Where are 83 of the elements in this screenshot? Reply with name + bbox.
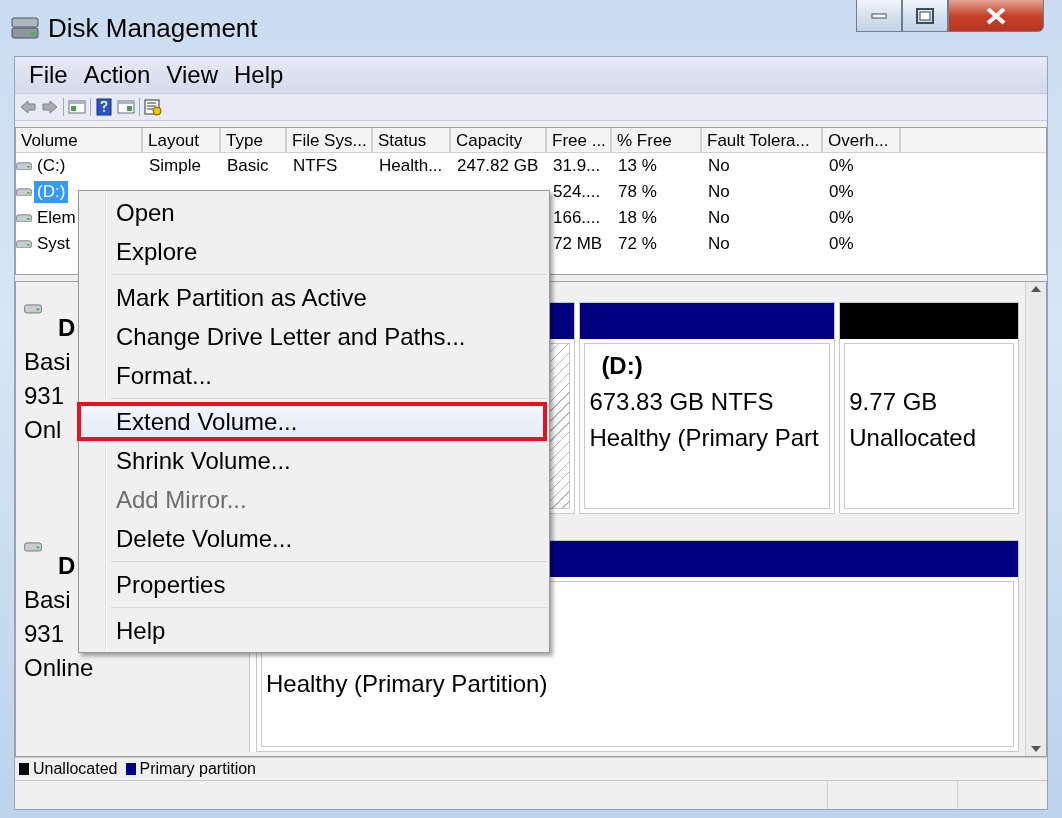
disk-info: Onl — [24, 415, 62, 444]
table-cell-text: 78 % — [617, 182, 658, 202]
disk-drive-icon — [16, 161, 32, 171]
column-header[interactable]: Fault Tolera... — [702, 128, 823, 153]
drive-label[interactable]: Elem — [34, 207, 79, 229]
legend-label: Primary partition — [139, 760, 256, 778]
column-header[interactable]: Overh... — [823, 128, 901, 153]
table-cell-text: 0% — [828, 234, 855, 254]
table-cell-text: NTFS — [292, 156, 339, 176]
table-cell-text: No — [707, 156, 731, 176]
minimize-icon — [871, 12, 887, 19]
partition-name: (D:) — [600, 352, 644, 380]
menu-option[interactable]: Explore — [77, 232, 547, 271]
menu-option[interactable]: Mark Partition as Active — [77, 278, 547, 317]
column-header[interactable]: Type — [221, 128, 287, 153]
legend-label: Unallocated — [33, 760, 118, 778]
properties-icon[interactable] — [144, 98, 162, 116]
menu-item[interactable]: File — [21, 61, 76, 89]
minimize-button[interactable] — [856, 0, 902, 32]
disk-drive-icon — [16, 213, 32, 223]
disk-name: D — [58, 313, 76, 342]
back-arrow-icon[interactable] — [19, 98, 37, 116]
menu-option[interactable]: Open — [77, 193, 547, 232]
column-header[interactable]: Free ... — [547, 128, 612, 153]
table-cell-text: 72 % — [617, 234, 658, 254]
disk-info: 931 — [24, 381, 65, 410]
table-cell-text: No — [707, 182, 731, 202]
panel-icon[interactable] — [68, 98, 86, 116]
drive-label[interactable]: (C:) — [34, 155, 69, 177]
column-header[interactable]: % Free — [612, 128, 702, 153]
partition-info: Healthy (Primary Partition) — [266, 670, 549, 698]
help-icon[interactable] — [95, 98, 113, 116]
table-cell-text: 0% — [828, 156, 855, 176]
partition-block[interactable]: 9.77 GB Unallocated — [839, 302, 1019, 514]
column-header[interactable]: Status — [373, 128, 451, 153]
disk-info: Basi — [24, 347, 71, 376]
partition-info: Unallocated — [849, 424, 977, 452]
disk-name: D — [58, 551, 76, 580]
disk-info: 931 — [24, 619, 65, 648]
vertical-scrollbar[interactable] — [1025, 282, 1046, 756]
table-cell-text: Basic — [226, 156, 270, 176]
menu-item[interactable]: Help — [225, 61, 292, 89]
column-header[interactable]: Volume — [16, 128, 143, 153]
table-cell-text: Health... — [378, 156, 444, 176]
table-cell-text: 18 % — [617, 208, 658, 228]
disk-drive-icon — [16, 187, 32, 197]
scroll-up-icon[interactable] — [1031, 286, 1041, 292]
menu-option[interactable]: Shrink Volume... — [77, 441, 547, 480]
maximize-button[interactable] — [902, 0, 948, 32]
partition-info: Healthy (Primary Part — [589, 424, 820, 452]
column-header[interactable]: Layout — [143, 128, 221, 153]
menu-item[interactable]: View — [158, 61, 226, 89]
table-cell-text: 72 MB — [552, 234, 604, 254]
forward-arrow-icon[interactable] — [41, 98, 59, 116]
partition-info: 673.83 GB NTFS — [589, 388, 775, 416]
table-cell-text: No — [707, 208, 731, 228]
column-header[interactable]: Capacity — [451, 128, 547, 153]
table-cell-text: 247.82 GB — [456, 156, 540, 176]
disk-drive-icon — [16, 239, 32, 249]
menu-item[interactable]: Action — [75, 61, 159, 89]
table-cell-text: 0% — [828, 182, 855, 202]
disk-info: Online — [24, 653, 94, 682]
close-icon — [985, 6, 1007, 25]
table-cell-text: Simple — [148, 156, 202, 176]
menu-option[interactable]: Extend Volume... — [77, 402, 547, 441]
table-cell-text: 31.9... — [552, 156, 602, 176]
window-title: Disk Management — [48, 12, 259, 44]
menu-option[interactable]: Change Drive Letter and Paths... — [77, 317, 547, 356]
disk-management-icon — [10, 15, 40, 41]
partition-block[interactable]: (D:) 673.83 GB NTFS Healthy (Primary Part — [579, 302, 836, 514]
table-cell-text: No — [707, 234, 731, 254]
partition-info: 9.77 GB — [849, 388, 939, 416]
column-header[interactable]: File Sys... — [287, 128, 373, 153]
table-cell-text: 0% — [828, 208, 855, 228]
table-cell-text: 13 % — [617, 156, 658, 176]
scroll-down-icon[interactable] — [1031, 746, 1041, 752]
table-cell-text: 524.... — [552, 182, 602, 202]
table-cell-text: 166.... — [552, 208, 602, 228]
drive-label[interactable]: Syst — [34, 233, 74, 255]
disk-info: Basi — [24, 585, 71, 614]
menu-option[interactable]: Format... — [77, 356, 547, 395]
close-button[interactable] — [948, 0, 1044, 32]
maximize-icon — [916, 7, 934, 24]
